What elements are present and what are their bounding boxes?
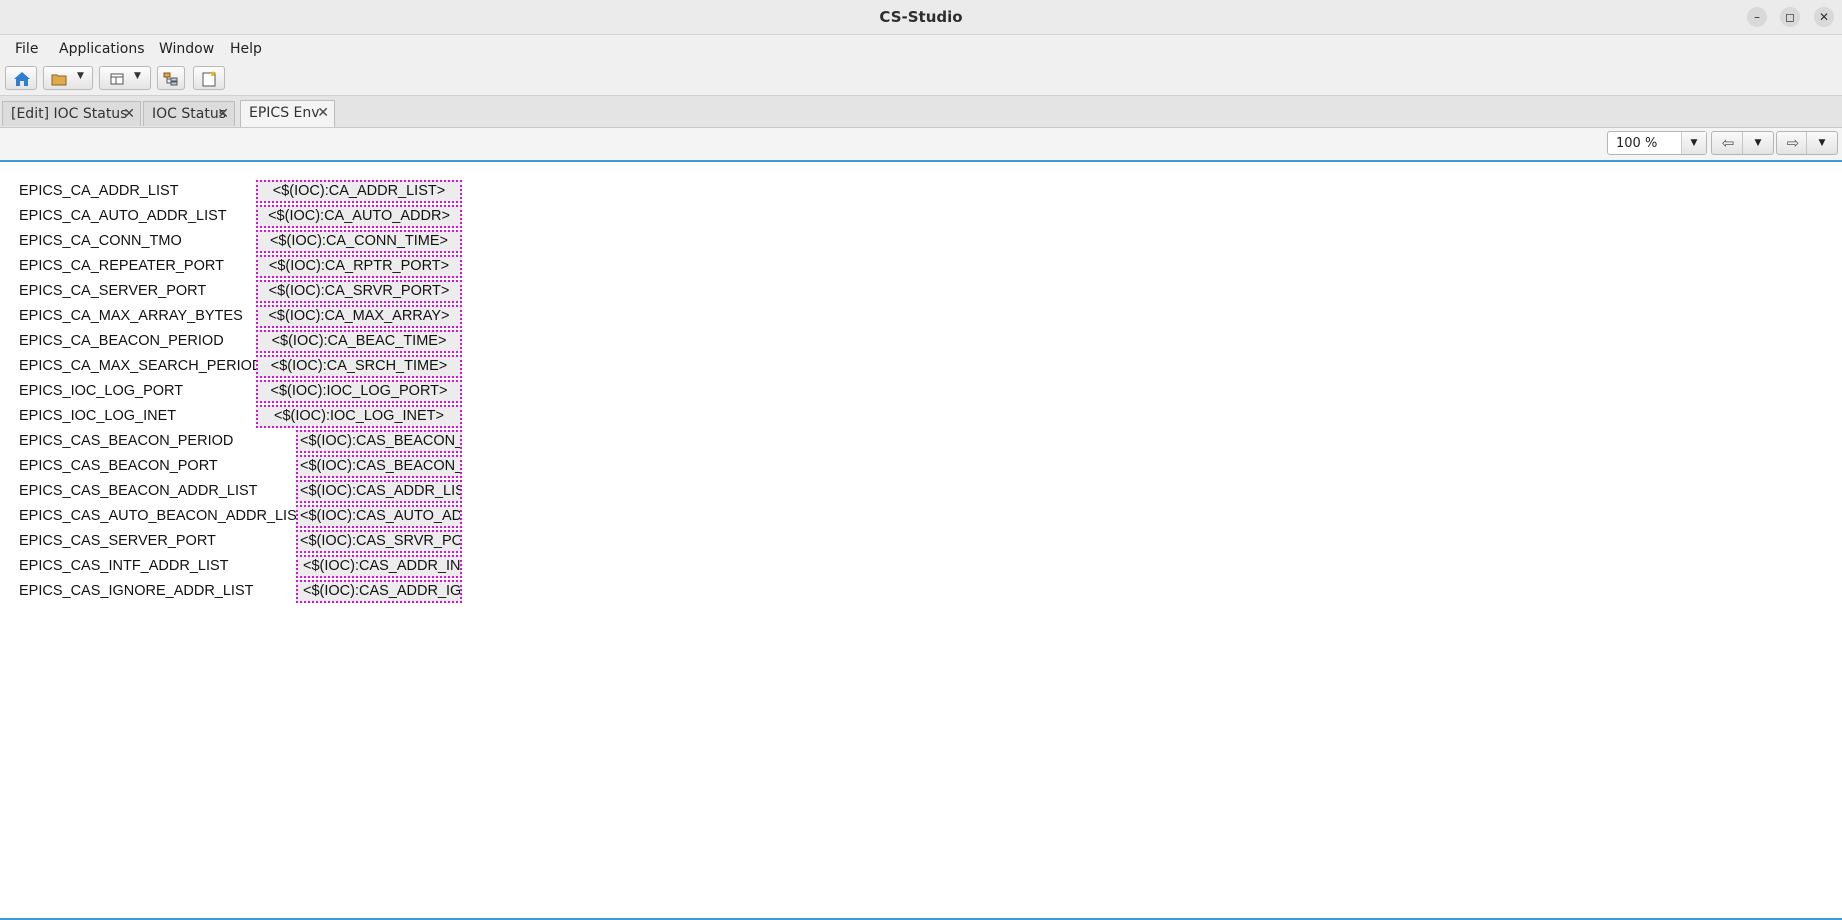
close-icon[interactable]: ✕ [217,102,229,126]
env-label: EPICS_CA_MAX_SEARCH_PERIOD [19,358,263,374]
env-label: EPICS_IOC_LOG_INET [19,408,177,424]
pv-text-update[interactable]: <$(IOC):IOC_LOG_PORT> [256,380,462,403]
pv-text-update[interactable]: <$(IOC):CA_RPTR_PORT> [256,255,462,278]
tab-edit-ioc-status[interactable]: [Edit] IOC Status ✕ [2,101,141,126]
display-toolbar: 100 % ▼ ⇦ ▼ ⇨ ▼ [0,128,1842,162]
env-label: EPICS_CA_SERVER_PORT [19,283,207,299]
chevron-down-icon: ▼ [77,71,84,81]
layout-icon [110,73,124,85]
pv-text-update[interactable]: <$(IOC):CA_SRCH_TIME> [256,355,462,378]
pv-text-update[interactable]: <$(IOC):CA_BEAC_TIME> [256,330,462,353]
env-label: EPICS_CA_BEACON_PERIOD [19,333,224,349]
tab-label: IOC Status [152,106,226,122]
env-label: EPICS_CAS_BEACON_PERIOD [19,433,234,449]
maximize-button[interactable]: ◻ [1780,7,1800,27]
chevron-down-icon[interactable]: ▼ [1681,132,1706,154]
close-button[interactable]: ✕ [1814,7,1834,27]
main-toolbar: ▼ ▼ [0,62,1842,96]
env-label: EPICS_CAS_AUTO_BEACON_ADDR_LIST [19,508,306,524]
env-label: EPICS_IOC_LOG_PORT [19,383,184,399]
layout-button[interactable]: ▼ [99,66,151,90]
pv-text-update[interactable]: <$(IOC):CAS_ADDR_IN [296,555,462,578]
new-display-icon [202,71,216,87]
chevron-down-icon[interactable]: ▼ [1806,132,1837,154]
env-label: EPICS_CA_REPEATER_PORT [19,258,224,274]
tab-epics-env[interactable]: EPICS Env ✕ [240,100,335,127]
back-button[interactable]: ⇦ ▼ [1711,131,1774,155]
menu-applications[interactable]: Applications [59,35,145,63]
env-label: EPICS_CAS_BEACON_ADDR_LIST [19,483,258,499]
window-title: CS-Studio [879,8,963,26]
title-bar: CS-Studio – ◻ ✕ [0,0,1842,35]
pv-text-update[interactable]: <$(IOC):CA_ADDR_LIST> [256,180,462,203]
env-label: EPICS_CAS_SERVER_PORT [19,533,216,549]
pv-text-update[interactable]: <$(IOC):CA_SRVR_PORT> [256,280,462,303]
forward-button[interactable]: ⇨ ▼ [1776,131,1838,155]
menu-window[interactable]: Window [159,35,214,63]
pv-text-update[interactable]: <$(IOC):CA_CONN_TIME> [256,230,462,253]
open-folder-icon [51,74,67,86]
close-icon[interactable]: ✕ [123,102,135,126]
env-label: EPICS_CA_MAX_ARRAY_BYTES [19,308,243,324]
pv-text-update[interactable]: <$(IOC):CAS_BEACON_ [296,455,462,478]
env-label: EPICS_CA_CONN_TMO [19,233,182,249]
pv-text-update[interactable]: <$(IOC):CA_AUTO_ADDR> [256,205,462,228]
tab-bar: [Edit] IOC Status ✕ IOC Status ✕ EPICS E… [0,96,1842,128]
pv-text-update[interactable]: <$(IOC):CAS_SRVR_PO [296,530,462,553]
zoom-value: 100 % [1616,136,1658,151]
pv-text-update[interactable]: <$(IOC):CAS_AUTO_AD [296,505,462,528]
env-label: EPICS_CA_ADDR_LIST [19,183,179,199]
new-display-button[interactable] [193,66,225,90]
tab-label: [Edit] IOC Status [11,106,128,122]
env-label: EPICS_CAS_INTF_ADDR_LIST [19,558,229,574]
tab-label: EPICS Env [249,105,320,121]
arrow-left-icon[interactable]: ⇦ [1712,132,1744,154]
menu-bar: File Applications Window Help [0,35,1842,62]
chevron-down-icon: ▼ [134,71,141,81]
arrow-right-icon[interactable]: ⇨ [1777,132,1809,154]
env-label: EPICS_CAS_IGNORE_ADDR_LIST [19,583,254,599]
zoom-select[interactable]: 100 % ▼ [1607,131,1707,155]
env-label: EPICS_CAS_BEACON_PORT [19,458,218,474]
chevron-down-icon[interactable]: ▼ [1742,132,1773,154]
tab-ioc-status[interactable]: IOC Status ✕ [143,101,235,126]
menu-file[interactable]: File [15,35,38,63]
pv-text-update[interactable]: <$(IOC):IOC_LOG_INET> [256,405,462,428]
pv-text-update[interactable]: <$(IOC):CA_MAX_ARRAY> [256,305,462,328]
env-label: EPICS_CA_AUTO_ADDR_LIST [19,208,227,224]
open-button[interactable]: ▼ [43,66,93,90]
minimize-button[interactable]: – [1747,7,1767,27]
pv-text-update[interactable]: <$(IOC):CAS_ADDR_IG [296,580,462,603]
menu-help[interactable]: Help [230,35,262,63]
tree-icon [163,72,178,86]
pv-text-update[interactable]: <$(IOC):CAS_ADDR_LIS [296,480,462,503]
tree-button[interactable] [157,66,185,90]
home-icon [14,72,30,86]
home-button[interactable] [5,66,37,90]
close-icon[interactable]: ✕ [317,101,329,125]
pv-text-update[interactable]: <$(IOC):CAS_BEACON_ [296,430,462,453]
